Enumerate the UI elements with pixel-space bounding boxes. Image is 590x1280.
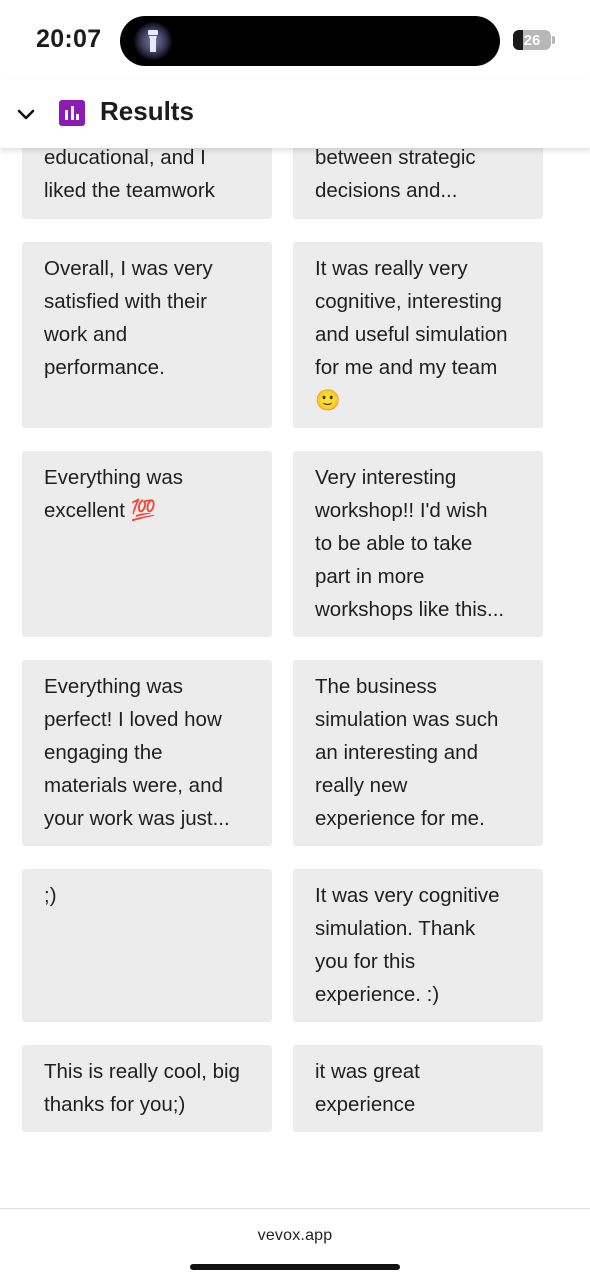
response-text: It was very cognitive simulation. Thank … — [315, 884, 500, 1006]
response-text: Very interesting workshop!! I'd wish to … — [315, 466, 505, 621]
response-card: It was very cognitive simulation. Thank … — [293, 869, 543, 1022]
results-list[interactable]: educational, and I liked the teamwork be… — [0, 0, 590, 1208]
response-card: Very interesting workshop!! I'd wish to … — [293, 451, 543, 637]
response-card: The business simulation was such an inte… — [293, 660, 543, 846]
response-text: This is really cool, big thanks for you;… — [44, 1060, 240, 1116]
page-title: Results — [100, 96, 194, 126]
browser-url-bar[interactable]: vevox.app — [0, 1208, 590, 1280]
results-header: Results — [0, 80, 590, 148]
response-text: Everything was perfect! I loved how enga… — [44, 675, 230, 830]
response-text: It was really very cognitive, interestin… — [315, 257, 508, 412]
chevron-down-icon[interactable] — [14, 102, 38, 126]
response-card: Everything was excellent 💯 — [22, 451, 272, 637]
response-card: It was really very cognitive, interestin… — [293, 242, 543, 428]
response-text: Everything was excellent 💯 — [44, 466, 184, 522]
bar-chart-icon — [59, 100, 85, 126]
screen: 20:07 26 educational, and I liked the te… — [0, 0, 590, 1280]
response-text: between strategic decisions and... — [315, 146, 476, 202]
response-text: ;) — [44, 884, 57, 907]
response-card: ;) — [22, 869, 272, 1022]
response-text: educational, and I liked the teamwork — [44, 146, 215, 202]
response-text: Overall, I was very satisfied with their… — [44, 257, 213, 379]
response-text: The business simulation was such an inte… — [315, 675, 499, 830]
response-card: Overall, I was very satisfied with their… — [22, 242, 272, 428]
response-text: it was great experience — [315, 1060, 420, 1116]
home-indicator[interactable] — [190, 1264, 400, 1270]
url-text[interactable]: vevox.app — [0, 1227, 590, 1245]
response-card: it was great experience — [293, 1045, 543, 1132]
response-card: This is really cool, big thanks for you;… — [22, 1045, 272, 1132]
response-card: Everything was perfect! I loved how enga… — [22, 660, 272, 846]
